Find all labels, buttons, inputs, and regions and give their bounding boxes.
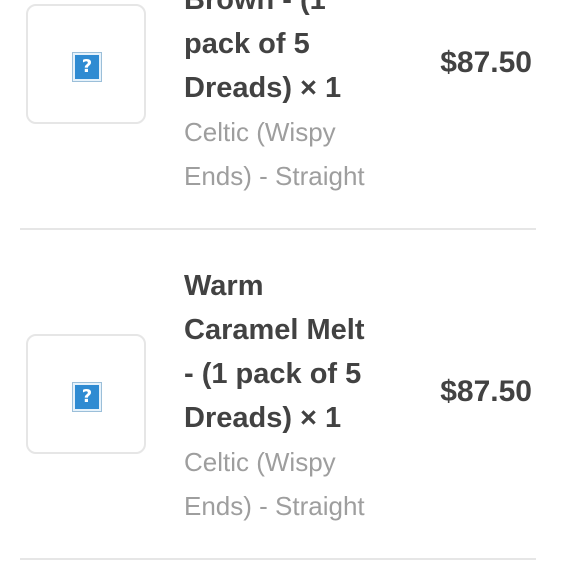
product-info: Brown - (1 pack of 5 Dreads) × 1 Celtic … — [184, 0, 399, 198]
broken-image-placeholder-icon: ? — [72, 52, 102, 82]
divider — [20, 558, 536, 560]
product-name-line: Caramel Melt — [184, 314, 365, 346]
product-name-line: Warm — [184, 270, 264, 302]
product-variant-line: Celtic (Wispy — [184, 447, 336, 477]
product-name-line: Dreads) × 1 — [184, 72, 342, 104]
item-price: $87.50 — [440, 46, 532, 79]
product-thumbnail[interactable]: ? — [26, 4, 146, 124]
list-item[interactable]: ? Brown - (1 pack of 5 Dreads) × 1 Celti… — [0, 0, 580, 230]
product-variant-line: Ends) - Straight — [184, 491, 365, 521]
product-variant-line: Ends) - Straight — [184, 161, 365, 191]
product-name-line: - (1 pack of 5 — [184, 358, 362, 390]
item-price: $87.50 — [440, 375, 532, 408]
product-name-line: Brown - (1 — [184, 0, 326, 16]
order-items-list: ? Brown - (1 pack of 5 Dreads) × 1 Celti… — [0, 0, 580, 580]
list-item[interactable]: ? Warm Caramel Melt - (1 pack of 5 Dread… — [0, 230, 580, 560]
product-thumbnail[interactable]: ? — [26, 334, 146, 454]
product-info: Warm Caramel Melt - (1 pack of 5 Dreads)… — [184, 264, 399, 528]
product-name-line: pack of 5 — [184, 28, 310, 60]
product-variant-line: Celtic (Wispy — [184, 117, 336, 147]
broken-image-placeholder-icon: ? — [72, 382, 102, 412]
product-name-line: Dreads) × 1 — [184, 402, 342, 434]
